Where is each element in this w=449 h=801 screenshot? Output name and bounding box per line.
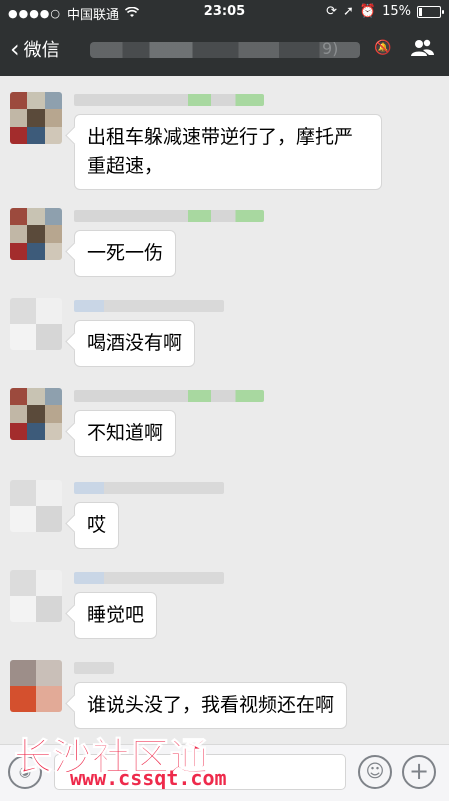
back-button[interactable]: ‹ 微信 [10, 36, 60, 62]
watermark-url: www.cssqt.com [70, 766, 227, 790]
battery-fill [419, 7, 422, 16]
rotation-lock-icon: ⟳ [326, 4, 337, 19]
plus-icon: + [408, 757, 430, 785]
battery-percent: 15% [382, 4, 411, 19]
location-icon: ➚ [343, 4, 354, 19]
emoji-icon: ☺ [365, 761, 385, 782]
avatar[interactable] [10, 570, 62, 622]
avatar[interactable] [10, 208, 62, 260]
avatar[interactable] [10, 480, 62, 532]
battery-icon [417, 5, 444, 18]
message-bubble[interactable]: 不知道啊 [74, 410, 177, 457]
message-bubble[interactable]: 喝酒没有啊 [74, 320, 196, 367]
sender-name-blurred [74, 300, 224, 312]
status-bar: ●●●●○ 中国联通 23:05 ⟳ ➚ ⏰ 15% [0, 0, 449, 24]
chat-title-blurred [90, 42, 360, 58]
nav-bar: ‹ 微信 9) 🔕 [0, 24, 449, 76]
sender-name-blurred [74, 210, 264, 222]
sender-name-blurred [74, 94, 264, 106]
group-members-icon[interactable] [409, 38, 435, 63]
sender-name-blurred [74, 482, 224, 494]
emoji-button[interactable]: ☺ [358, 755, 392, 789]
chevron-left-icon: ‹ [10, 35, 20, 63]
message-bubble[interactable]: 谁说头没了，我看视频还在啊 [74, 682, 348, 729]
sender-name-blurred [74, 662, 114, 674]
avatar[interactable] [10, 660, 62, 712]
message-bubble[interactable]: 哎 [74, 502, 120, 549]
status-right: ⟳ ➚ ⏰ 15% [326, 4, 444, 19]
avatar[interactable] [10, 92, 62, 144]
chat-area[interactable]: 出租车躲减速带逆行了，摩托严重超速， 一死一伤 喝酒没有啊 不知道啊 哎 睡觉吧… [0, 76, 449, 744]
avatar[interactable] [10, 388, 62, 440]
sender-name-blurred [74, 390, 264, 402]
chat-title-suffix: 9) [322, 39, 339, 58]
sender-name-blurred [74, 572, 224, 584]
more-options-button[interactable]: + [402, 755, 436, 789]
message-bubble[interactable]: 出租车躲减速带逆行了，摩托严重超速， [74, 114, 382, 190]
alarm-icon: ⏰ [359, 4, 377, 19]
mute-icon: 🔕 [374, 40, 392, 56]
avatar[interactable] [10, 298, 62, 350]
back-label: 微信 [23, 40, 60, 61]
message-bubble[interactable]: 睡觉吧 [74, 592, 158, 639]
message-bubble[interactable]: 一死一伤 [74, 230, 177, 277]
